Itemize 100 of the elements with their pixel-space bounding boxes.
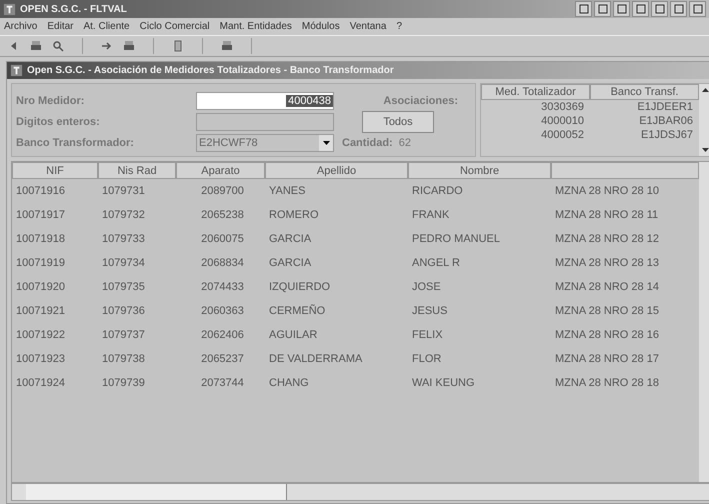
table-cell-text: 1079731 xyxy=(101,185,146,197)
table-cell-text: MZNA 28 NRO 28 10 xyxy=(554,185,660,197)
field-label: Nro Medidor: xyxy=(16,94,86,106)
table-cell-text: 1079733 xyxy=(101,233,146,245)
table-cell-text: FELIX xyxy=(411,329,444,341)
caret-icon xyxy=(322,140,330,144)
field-label: Digitos enteros: xyxy=(16,116,101,128)
table-cell-text: WAI KEUNG xyxy=(411,377,476,389)
table-cell-text: ROMERO xyxy=(268,209,320,221)
table-cell-text: 1079737 xyxy=(101,329,146,341)
table-cell-text: FLOR xyxy=(411,353,442,365)
table-cell-text: 2073744 xyxy=(200,377,245,389)
table-cell-text: 10071918 xyxy=(15,233,66,245)
window-title: Open S.G.C. - Asociación de Medidores Totalizadores - Banco Transformador xyxy=(27,65,394,76)
table-cell-text: 10071917 xyxy=(15,209,66,221)
input-field[interactable] xyxy=(196,112,334,130)
table-cell-text: 4000010 xyxy=(540,114,585,128)
menu-item[interactable]: Mant. Entidades xyxy=(220,21,292,32)
menu-item[interactable]: Módulos xyxy=(302,21,340,32)
table-cell-text: 10071924 xyxy=(15,377,66,389)
count-value: 62 xyxy=(398,136,411,148)
table-cell-text: AGUILAR xyxy=(268,329,318,341)
window-control-icon[interactable] xyxy=(632,1,649,17)
table-cell-text: DE VALDERRAMA xyxy=(268,353,364,365)
table-cell-text: YANES xyxy=(268,185,306,197)
table-cell-text: 1079735 xyxy=(101,281,146,293)
table-cell-text: MZNA 28 NRO 28 17 xyxy=(554,353,660,365)
input-field[interactable]: 4000438 xyxy=(196,92,334,110)
table-cell-text: 10071920 xyxy=(15,281,66,293)
table-cell-text: RICARDO xyxy=(411,185,464,197)
table-cell-text: MZNA 28 NRO 28 18 xyxy=(554,377,660,389)
column-header[interactable]: Banco Transf. xyxy=(590,84,699,100)
table-cell-text: 10071919 xyxy=(15,257,66,269)
table-cell-text: 2068834 xyxy=(200,257,245,269)
scroll-down-icon[interactable] xyxy=(702,148,708,152)
table-cell-text: E1JDSJ67 xyxy=(640,128,694,142)
menu-item[interactable]: Ventana xyxy=(350,21,386,32)
window-control-icon[interactable] xyxy=(594,1,611,17)
menu-item[interactable]: At. Cliente xyxy=(83,21,130,32)
table-cell-text: 2062406 xyxy=(200,329,245,341)
table-cell-text: 10071916 xyxy=(15,185,66,197)
field-label: Asociaciones: xyxy=(382,94,458,106)
window-control-icon[interactable] xyxy=(689,1,706,17)
table-cell-text: 2074433 xyxy=(200,281,245,293)
table-cell-text: 10071921 xyxy=(15,305,66,317)
horizontal-scrollbar[interactable] xyxy=(11,483,709,501)
table-cell-text: CHANG xyxy=(268,377,310,389)
table-cell-text: MZNA 28 NRO 28 15 xyxy=(554,305,660,317)
table-cell-text: 10071922 xyxy=(15,329,66,341)
table-cell-text: MZNA 28 NRO 28 14 xyxy=(554,281,660,293)
window-control-icon[interactable] xyxy=(575,1,592,17)
todos-button[interactable]: Todos xyxy=(362,110,434,132)
table-cell-text: JOSE xyxy=(411,281,442,293)
table-cell-text: PEDRO MANUEL xyxy=(411,233,502,245)
app-icon xyxy=(10,64,23,77)
table-cell-text: 1079738 xyxy=(101,353,146,365)
table-cell-text: MZNA 28 NRO 28 13 xyxy=(554,257,660,269)
table-cell-text: JESUS xyxy=(411,305,448,317)
table-cell-text: GARCIA xyxy=(268,257,312,269)
table-cell-text: FRANK xyxy=(411,209,450,221)
table-cell-text: E1JDEER1 xyxy=(636,100,694,114)
table-cell-text: CERMEÑO xyxy=(268,305,326,317)
table-cell-text: 3030369 xyxy=(540,100,585,114)
table-cell-text: MZNA 28 NRO 28 12 xyxy=(554,233,660,245)
table-cell-text: 1079734 xyxy=(101,257,146,269)
menu-item[interactable]: Editar xyxy=(47,21,74,32)
window-title: OPEN S.G.C. - FLTVAL xyxy=(20,4,127,14)
table-cell-text: 4000052 xyxy=(540,128,585,142)
table-cell-text: 2089700 xyxy=(200,185,245,197)
column-header[interactable]: Nis Rad xyxy=(98,162,176,179)
column-header[interactable]: Apellido xyxy=(265,162,408,179)
table-cell-text: 2060363 xyxy=(200,305,245,317)
table-cell-text: E1JBAR06 xyxy=(638,114,694,128)
column-header[interactable]: NIF xyxy=(12,162,98,179)
column-header[interactable]: Nombre xyxy=(408,162,551,179)
table-cell-text: 2065238 xyxy=(200,209,245,221)
table-cell-text: IZQUIERDO xyxy=(268,281,332,293)
app-icon xyxy=(3,2,16,16)
table-cell-text: ANGEL R xyxy=(411,257,461,269)
table-cell-text: 1079736 xyxy=(101,305,146,317)
field-label: Cantidad: xyxy=(342,136,393,148)
menu-item[interactable]: Ciclo Comercial xyxy=(140,21,210,32)
table-cell-text: 1079739 xyxy=(101,377,146,389)
scrollbar[interactable] xyxy=(699,84,709,156)
column-header[interactable]: Aparato xyxy=(176,162,265,179)
window-control-icon[interactable] xyxy=(670,1,687,17)
scroll-up-icon[interactable] xyxy=(702,88,708,92)
table-cell-text: 1079732 xyxy=(101,209,146,221)
table-cell-text: MZNA 28 NRO 28 11 xyxy=(554,209,660,221)
table-cell-text: 10071923 xyxy=(15,353,66,365)
field-label: Banco Transformador: xyxy=(16,136,135,148)
table-cell-text: 2060075 xyxy=(200,233,245,245)
scrollbar[interactable] xyxy=(699,162,709,482)
table-cell-text: GARCIA xyxy=(268,233,312,245)
window-control-icon[interactable] xyxy=(613,1,630,17)
window-control-icon[interactable] xyxy=(651,1,668,17)
menu-item[interactable]: ? xyxy=(396,21,402,32)
column-header[interactable]: Med. Totalizador xyxy=(481,84,590,100)
table-cell-text: MZNA 28 NRO 28 16 xyxy=(554,329,660,341)
menu-item[interactable]: Archivo xyxy=(4,21,38,32)
